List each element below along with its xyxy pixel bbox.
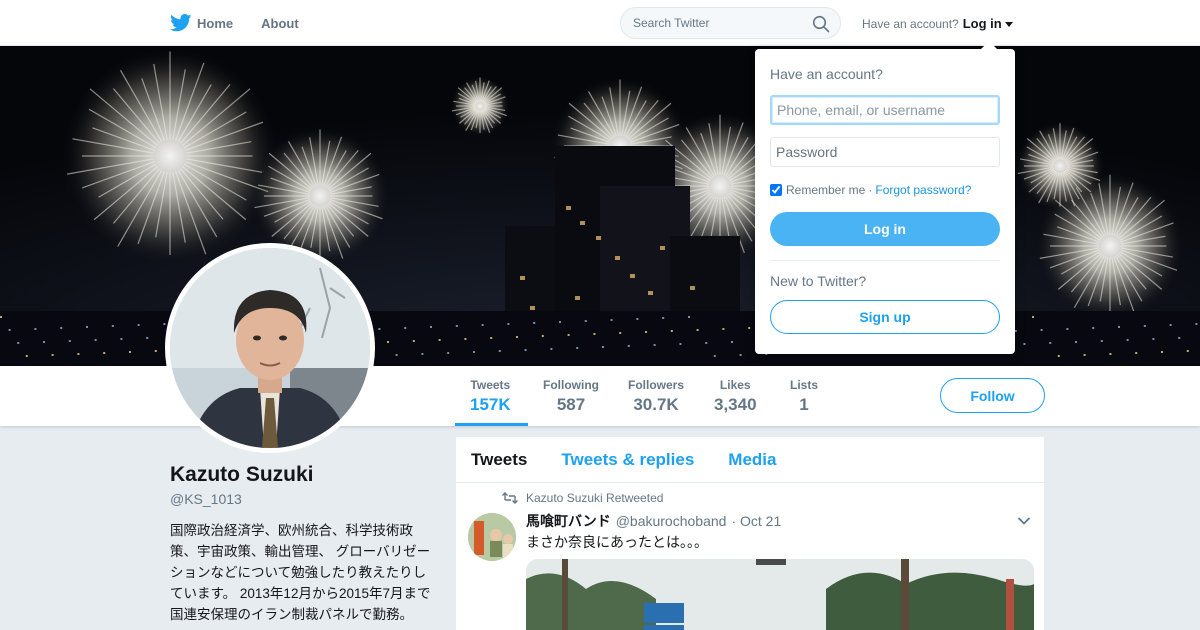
top-nav-bar: Home About Have an account? Log in [0, 0, 1200, 46]
stat-following-label: Following [543, 378, 599, 392]
stat-lists[interactable]: Lists 1 [790, 378, 818, 415]
tweet-media[interactable] [526, 559, 1034, 630]
stat-likes-label: Likes [719, 378, 751, 392]
retweet-context: Kazuto Suzuki Retweeted [502, 491, 663, 505]
stat-tweets-value: 157K [470, 395, 511, 414]
password-field[interactable] [770, 137, 1000, 167]
forgot-password-link[interactable]: Forgot password? [875, 183, 971, 197]
tab-media[interactable]: Media [728, 450, 776, 470]
signup-button[interactable]: Sign up [770, 300, 1000, 334]
tweet-author-handle[interactable]: @bakurochoband [616, 513, 727, 529]
stat-lists-label: Lists [790, 378, 819, 392]
nav-about-label: About [261, 15, 299, 31]
tweet-author-name[interactable]: 馬喰町バンド [526, 511, 611, 531]
stat-followers-label: Followers [628, 378, 685, 392]
username-field[interactable] [770, 95, 1000, 125]
timeline: Tweets Tweets & replies Media Kazuto Suz… [456, 437, 1044, 630]
tab-tweets[interactable]: Tweets [471, 450, 527, 470]
stat-tweets-label: Tweets [470, 378, 511, 392]
active-stat-underline [455, 423, 528, 426]
tweet-text: まさか奈良にあったとは。。。 [526, 534, 708, 550]
profile-bio: 国際政治経済学、欧州統合、科学技術政策、宇宙政策、輸出管理、 グローバリゼーショ… [170, 523, 431, 630]
search-input[interactable] [633, 8, 813, 38]
search-box [620, 7, 841, 39]
dropdown-title: Have an account? [770, 66, 883, 82]
login-dropdown: Have an account? Remember me · Forgot pa… [755, 41, 1015, 354]
avatar-photo [170, 248, 370, 448]
remember-separator: · [868, 183, 873, 197]
timeline-tabs: Tweets Tweets & replies Media [456, 437, 1044, 483]
profile-name: Kazuto Suzuki [170, 463, 314, 486]
stat-following-value: 587 [556, 395, 586, 414]
retweet-context-label[interactable]: Kazuto Suzuki Retweeted [526, 491, 663, 505]
retweet-icon [502, 492, 518, 504]
tweet-header: 馬喰町バンド @bakurochoband · Oct 21 [526, 511, 781, 531]
tweet-avatar-image [468, 513, 516, 561]
have-account-text: Have an account? [862, 16, 959, 31]
nav-home[interactable]: Home [170, 14, 233, 32]
stat-likes-value: 3,340 [714, 395, 757, 414]
new-to-twitter-text: New to Twitter? [770, 273, 867, 289]
nav-left: Home About [170, 0, 327, 46]
stat-likes[interactable]: Likes 3,340 [714, 378, 757, 415]
remember-me-checkbox[interactable] [770, 184, 782, 196]
tweet-avatar[interactable] [468, 513, 516, 561]
caret-down-icon[interactable] [1004, 21, 1013, 27]
profile-handle[interactable]: @KS_1013 [170, 491, 242, 507]
nav-home-label: Home [197, 15, 234, 31]
stat-followers[interactable]: Followers 30.7K [628, 378, 684, 415]
tweet-date[interactable]: · Oct 21 [731, 513, 781, 529]
twitter-bird-icon [170, 14, 192, 32]
tab-tweets-replies[interactable]: Tweets & replies [561, 450, 694, 470]
avatar[interactable] [165, 243, 375, 453]
nav-about[interactable]: About [261, 16, 299, 31]
search-icon[interactable] [812, 15, 830, 33]
follow-button[interactable]: Follow [940, 378, 1045, 413]
login-dropdown-toggle[interactable]: Log in [963, 16, 1002, 31]
remember-row: Remember me · Forgot password? [770, 183, 971, 197]
divider [770, 260, 1000, 261]
remember-me-label[interactable]: Remember me [786, 183, 865, 197]
login-area: Have an account? Log in [862, 16, 1013, 31]
tweet-media-image [526, 559, 1034, 630]
stat-tweets[interactable]: Tweets 157K [470, 378, 511, 415]
login-button[interactable]: Log in [770, 212, 1000, 246]
stat-following[interactable]: Following 587 [543, 378, 599, 415]
stat-followers-value: 30.7K [633, 395, 679, 414]
stat-lists-value: 1 [799, 395, 809, 414]
chevron-down-icon[interactable] [1017, 516, 1031, 526]
